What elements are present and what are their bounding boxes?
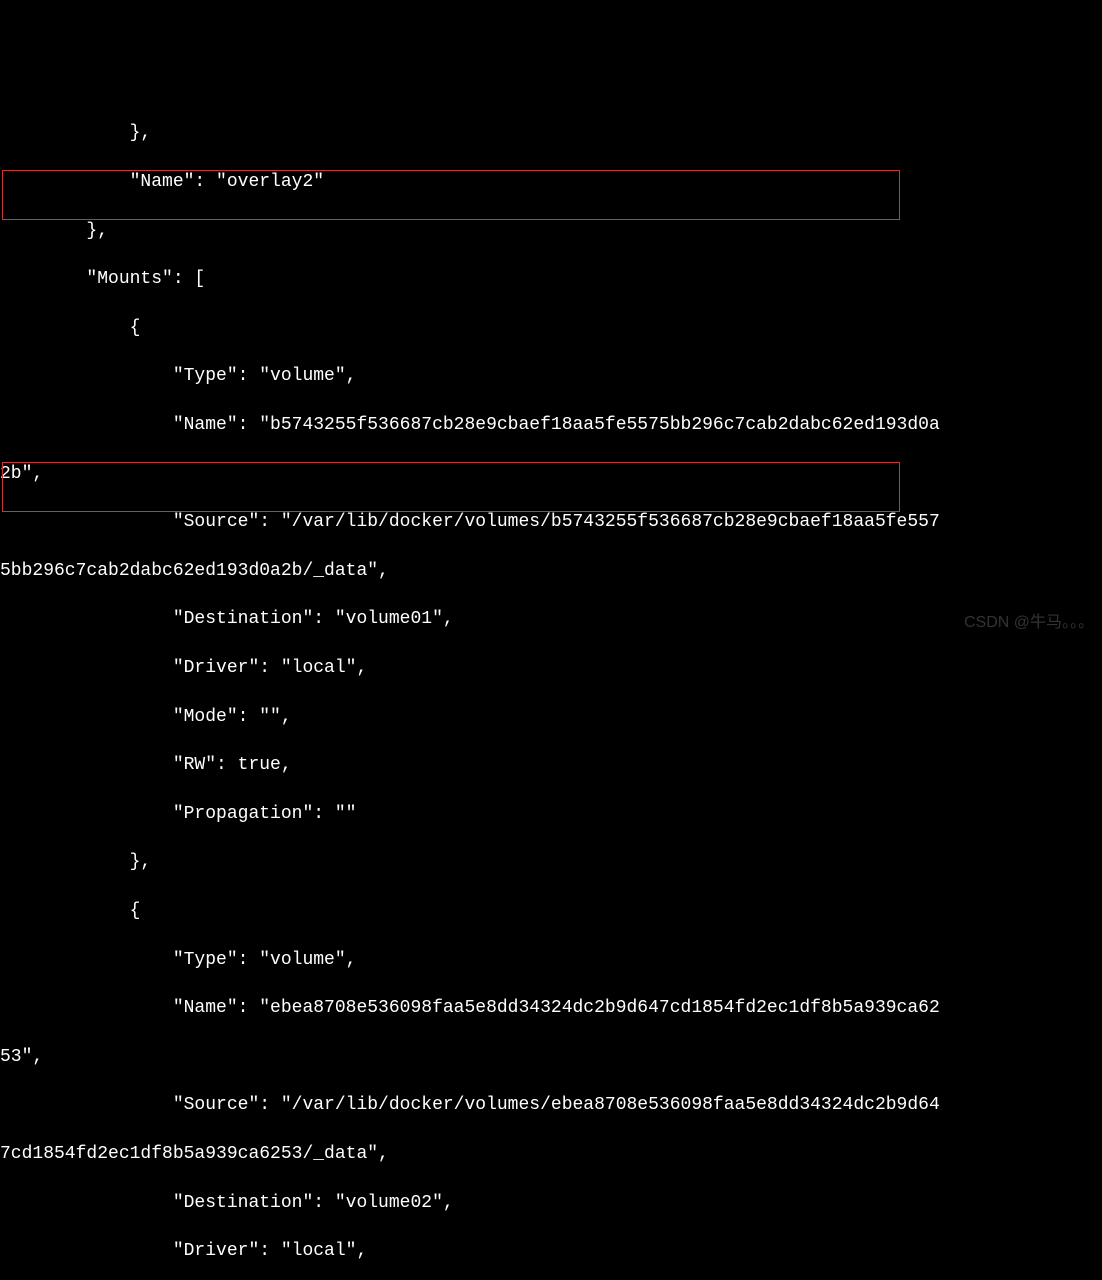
code-line: "Mode": "", — [0, 705, 1102, 729]
code-line: }, — [0, 219, 1102, 243]
code-line: "Name": "ebea8708e536098faa5e8dd34324dc2… — [0, 996, 1102, 1020]
code-line: }, — [0, 850, 1102, 874]
code-line: 7cd1854fd2ec1df8b5a939ca6253/_data", — [0, 1142, 1102, 1166]
code-line: "Destination": "volume01", — [0, 607, 1102, 631]
code-line: { — [0, 316, 1102, 340]
code-line: 53", — [0, 1045, 1102, 1069]
code-line: "Name": "overlay2" — [0, 170, 1102, 194]
code-line: "Mounts": [ — [0, 267, 1102, 291]
code-line: "Propagation": "" — [0, 802, 1102, 826]
code-line: "Source": "/var/lib/docker/volumes/b5743… — [0, 510, 1102, 534]
code-line: }, — [0, 121, 1102, 145]
terminal-output: }, "Name": "overlay2" }, "Mounts": [ { "… — [0, 97, 1102, 1280]
code-line: "Driver": "local", — [0, 656, 1102, 680]
code-line: "Driver": "local", — [0, 1239, 1102, 1263]
code-line: "RW": true, — [0, 753, 1102, 777]
code-line: { — [0, 899, 1102, 923]
watermark-text: CSDN @牛马。。。 — [964, 612, 1094, 634]
code-line: 2b", — [0, 462, 1102, 486]
code-line: 5bb296c7cab2dabc62ed193d0a2b/_data", — [0, 559, 1102, 583]
code-line: "Type": "volume", — [0, 364, 1102, 388]
code-line: "Type": "volume", — [0, 948, 1102, 972]
code-line: "Destination": "volume02", — [0, 1191, 1102, 1215]
code-line: "Name": "b5743255f536687cb28e9cbaef18aa5… — [0, 413, 1102, 437]
code-line: "Source": "/var/lib/docker/volumes/ebea8… — [0, 1093, 1102, 1117]
